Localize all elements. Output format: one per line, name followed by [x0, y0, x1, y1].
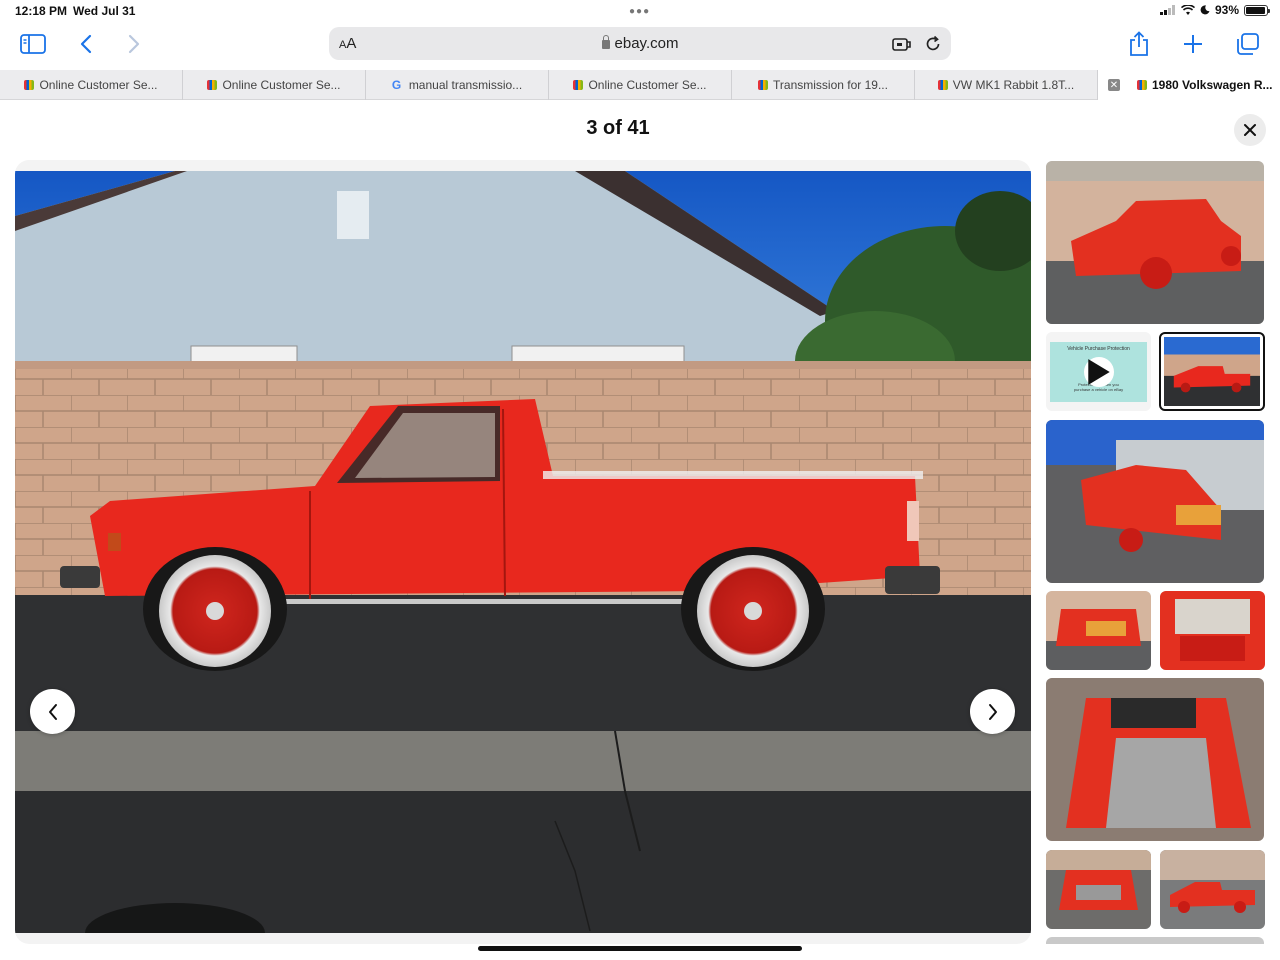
- status-time: 12:18 PM: [15, 4, 68, 18]
- ebay-favicon-icon: [207, 80, 218, 90]
- extensions-icon[interactable]: [891, 33, 913, 55]
- ebay-favicon-icon: [758, 80, 769, 90]
- thumbnail-6[interactable]: [1160, 591, 1265, 670]
- wifi-icon: [1180, 4, 1195, 15]
- status-date: Wed Jul 31: [73, 4, 136, 18]
- thumbnail-9[interactable]: [1160, 850, 1265, 929]
- tab-manual-transmission[interactable]: G manual transmissio...: [366, 70, 549, 100]
- play-icon: [1084, 357, 1114, 387]
- thumbnail-video[interactable]: Vehicle Purchase Protection Protection .…: [1046, 332, 1151, 411]
- status-bar: 12:18 PM Wed Jul 31 ●●● 93%: [0, 0, 1280, 22]
- chevron-right-icon: [988, 703, 997, 720]
- close-icon: [1244, 124, 1256, 136]
- reload-icon[interactable]: [922, 33, 944, 55]
- thumbnail-strip: Vehicle Purchase Protection Protection .…: [1046, 160, 1266, 944]
- battery-percent: 93%: [1214, 3, 1239, 17]
- tab-close-icon[interactable]: ✕: [1108, 79, 1120, 91]
- back-icon[interactable]: [71, 30, 101, 58]
- tab-online-customer-2[interactable]: Online Customer Se...: [183, 70, 366, 100]
- ebay-favicon-icon: [24, 80, 35, 90]
- url-display[interactable]: ebay.com: [329, 35, 951, 52]
- thumbnail-1[interactable]: [1046, 161, 1264, 324]
- thumbnail-10[interactable]: [1046, 937, 1264, 944]
- ebay-favicon-icon: [937, 80, 948, 90]
- url-text: ebay.com: [614, 35, 679, 52]
- thumbnail-8[interactable]: [1046, 850, 1151, 929]
- close-viewer-button[interactable]: [1234, 114, 1266, 146]
- moon-icon: [1200, 5, 1210, 15]
- thumbnail-5[interactable]: [1046, 591, 1151, 670]
- new-tab-icon[interactable]: [1178, 30, 1208, 58]
- tab-overview-icon[interactable]: [1233, 30, 1263, 58]
- main-vehicle-photo[interactable]: [15, 171, 1031, 933]
- address-bar[interactable]: AA ebay.com: [329, 27, 951, 60]
- lock-icon: [601, 35, 610, 49]
- ebay-favicon-icon: [1137, 80, 1147, 90]
- multitask-dots-icon[interactable]: ●●●: [629, 6, 650, 17]
- tab-vw-mk1-rabbit[interactable]: VW MK1 Rabbit 1.8T...: [915, 70, 1098, 100]
- next-image-button[interactable]: [970, 689, 1015, 734]
- thumbnail-3-selected[interactable]: [1159, 332, 1265, 411]
- tab-1980-volkswagen[interactable]: ✕ 1980 Volkswagen R...: [1098, 70, 1280, 100]
- browser-toolbar: AA ebay.com: [0, 22, 1280, 68]
- forward-icon[interactable]: [119, 30, 149, 58]
- thumbnail-7[interactable]: [1046, 678, 1264, 841]
- share-icon[interactable]: [1124, 30, 1154, 58]
- battery-icon: [1244, 4, 1270, 16]
- cellular-signal-icon: [1159, 5, 1175, 15]
- status-indicators: 93%: [1159, 3, 1270, 17]
- ebay-favicon-icon: [573, 80, 584, 90]
- home-indicator[interactable]: [478, 946, 802, 951]
- chevron-left-icon: [48, 703, 57, 720]
- main-image-frame: [15, 160, 1031, 944]
- thumbnail-4[interactable]: [1046, 420, 1264, 583]
- sidebar-toggle-icon[interactable]: [18, 30, 48, 58]
- tab-bar: Online Customer Se... Online Customer Se…: [0, 70, 1280, 100]
- image-counter: 3 of 41: [586, 117, 650, 139]
- previous-image-button[interactable]: [30, 689, 75, 734]
- tab-online-customer-1[interactable]: Online Customer Se...: [0, 70, 183, 100]
- google-favicon-icon: G: [391, 78, 402, 92]
- tab-online-customer-3[interactable]: Online Customer Se...: [549, 70, 732, 100]
- tab-transmission[interactable]: Transmission for 19...: [732, 70, 915, 100]
